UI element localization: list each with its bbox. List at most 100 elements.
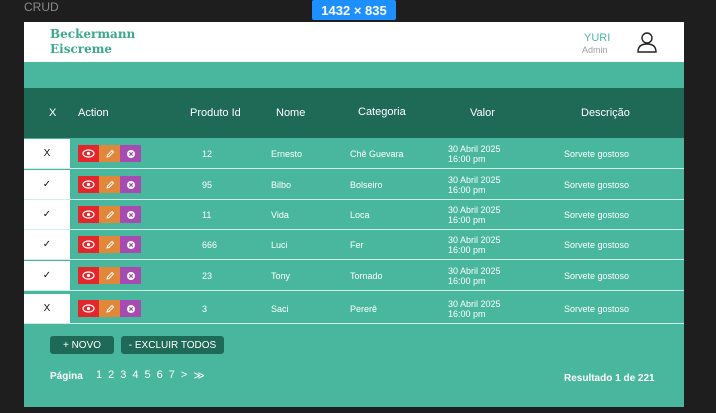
eye-icon[interactable] [78,176,99,193]
cell-produto-id: 666 [202,240,218,250]
page-link[interactable]: 3 [120,369,126,382]
cell-nome: Saci [271,304,289,314]
cell-date: 30 Abril 2025 [448,235,501,245]
cell-descricao: Sorvete gostoso [564,304,630,314]
table-header: X Action Produto Id Nome Categoria Valor… [24,88,684,138]
cell-nome: Bilbo [271,180,292,190]
cell-time: 16:00 pm [448,154,486,164]
table-row: ✓ 23 Tony Tornado 30 Abril 2025 16:00 pm… [24,261,684,291]
cell-categoria: Bolseiro [350,180,383,190]
cell-descricao: Sorvete gostoso [564,180,630,190]
header-select[interactable]: X [49,107,56,119]
brand-line-1: Beckermann [50,27,136,41]
cell-categoria: Pererê [350,304,378,314]
header-categoria[interactable]: Categoria [358,106,406,118]
cell-time: 16:00 pm [448,245,486,255]
cell-time: 16:00 pm [448,185,486,195]
table-row: ✓ 11 Vida Loca 30 Abril 2025 16:00 pm So… [24,200,684,230]
cell-nome: Tony [271,271,291,281]
cell-valor: 30 Abril 2025 16:00 pm [448,235,501,255]
cell-valor: 30 Abril 2025 16:00 pm [448,205,501,225]
cell-date: 30 Abril 2025 [448,144,501,154]
row-actions [78,206,141,223]
row-checkbox[interactable]: ✓ [24,200,70,229]
top-bar: Beckermann Eiscreme YURI Admin [24,22,684,62]
pencil-icon[interactable] [99,236,120,253]
result-count: Resultado 1 de 221 [564,373,655,384]
canvas-label: CRUD [24,0,59,14]
header-nome[interactable]: Nome [276,107,305,119]
cell-produto-id: 23 [202,271,213,281]
header-descricao[interactable]: Descrição [581,107,630,119]
pencil-icon[interactable] [99,176,120,193]
row-checkbox[interactable]: ✓ [24,230,70,259]
cell-valor: 30 Abril 2025 16:00 pm [448,144,501,164]
pencil-icon[interactable] [99,300,120,317]
dimension-badge: 1432 × 835 [312,0,396,20]
close-circle-icon[interactable] [120,236,141,253]
eye-icon[interactable] [78,300,99,317]
row-checkbox[interactable]: ✓ [24,261,70,290]
cell-date: 30 Abril 2025 [448,175,501,185]
cell-descricao: Sorvete gostoso [564,271,630,281]
close-circle-icon[interactable] [120,145,141,162]
row-checkbox[interactable]: ✓ [24,170,70,199]
cell-valor: 30 Abril 2025 16:00 pm [448,266,501,286]
next-page-button[interactable]: > [181,369,187,382]
cell-time: 16:00 pm [448,276,486,286]
header-valor[interactable]: Valor [470,107,495,119]
cell-categoria: Loca [350,210,370,220]
eye-icon[interactable] [78,267,99,284]
table-row: X 12 Ernesto Chê Guevara 30 Abril 2025 1… [24,139,684,169]
app-frame: Beckermann Eiscreme YURI Admin X Action … [24,22,684,407]
pencil-icon[interactable] [99,206,120,223]
row-actions [78,236,141,253]
cell-categoria: Tornado [350,271,383,281]
header-action: Action [78,107,109,119]
user-name: YURI [584,32,611,44]
cell-categoria: Chê Guevara [350,149,404,159]
row-checkbox[interactable]: X [24,139,70,168]
brand-logo[interactable]: Beckermann Eiscreme [50,27,135,57]
cell-descricao: Sorvete gostoso [564,240,630,250]
header-produto-id[interactable]: Produto Id [190,107,241,119]
last-page-button[interactable]: ≫ [193,369,205,382]
eye-icon[interactable] [78,236,99,253]
pencil-icon[interactable] [99,267,120,284]
new-button[interactable]: + NOVO [50,336,114,354]
eye-icon[interactable] [78,206,99,223]
cell-produto-id: 12 [202,149,213,159]
close-circle-icon[interactable] [120,300,141,317]
page-link[interactable]: 1 [96,369,102,382]
cell-time: 16:00 pm [448,215,486,225]
user-icon[interactable] [636,31,658,53]
pencil-icon[interactable] [99,145,120,162]
brand-line-2: Eiscreme [50,42,113,56]
page-link[interactable]: 6 [157,369,163,382]
cell-time: 16:00 pm [448,309,486,319]
cell-categoria: Fer [350,240,364,250]
page-link[interactable]: 7 [169,369,175,382]
row-actions [78,267,141,284]
cell-descricao: Sorvete gostoso [564,210,630,220]
close-circle-icon[interactable] [120,267,141,284]
eye-icon[interactable] [78,145,99,162]
close-circle-icon[interactable] [120,176,141,193]
close-circle-icon[interactable] [120,206,141,223]
user-role: Admin [582,45,608,55]
page-link[interactable]: 2 [108,369,114,382]
row-actions [78,300,141,317]
delete-all-button[interactable]: - EXCLUIR TODOS [121,336,224,354]
page-link[interactable]: 4 [132,369,138,382]
cell-valor: 30 Abril 2025 16:00 pm [448,175,501,195]
table-row: X 3 Saci Pererê 30 Abril 2025 16:00 pm S… [24,294,684,324]
cell-date: 30 Abril 2025 [448,299,501,309]
pagination: 1 2 3 4 5 6 7 > ≫ [96,369,205,382]
table-row: ✓ 666 Luci Fer 30 Abril 2025 16:00 pm So… [24,230,684,260]
cell-date: 30 Abril 2025 [448,205,501,215]
row-checkbox[interactable]: X [24,294,70,323]
page-link[interactable]: 5 [145,369,151,382]
cell-valor: 30 Abril 2025 16:00 pm [448,299,501,319]
cell-nome: Ernesto [271,149,303,159]
cell-nome: Luci [271,240,288,250]
